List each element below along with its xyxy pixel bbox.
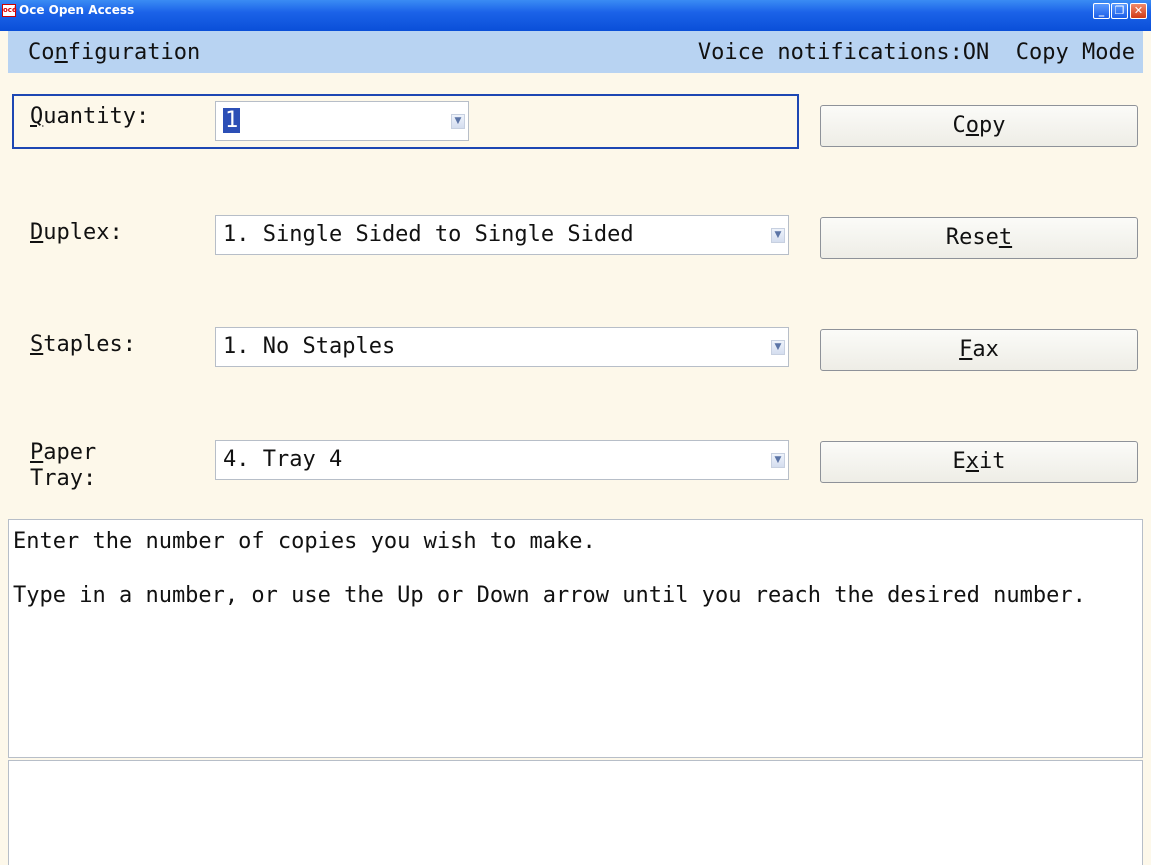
chevron-down-icon[interactable]: ▼ — [771, 340, 785, 355]
staples-label: Staples: — [30, 332, 136, 358]
paper-tray-mnemonic: P — [30, 440, 44, 465]
staples-select[interactable]: 1. No Staples ▼ — [215, 327, 789, 367]
quantity-label-rest: uantity: — [43, 104, 150, 129]
help-text-pane: Enter the number of copies you wish to m… — [8, 519, 1143, 758]
header-bar: Configuration Voice notifications:ON Cop… — [8, 31, 1143, 73]
duplex-label-rest: uplex: — [43, 220, 123, 245]
minimize-icon: _ — [1098, 4, 1105, 17]
paper-tray-label-rest: aper — [43, 440, 97, 465]
exit-label-b: it — [979, 449, 1006, 474]
duplex-mnemonic: D — [30, 220, 44, 245]
fax-button[interactable]: Fax — [820, 329, 1138, 371]
fax-mnemonic: F — [959, 337, 973, 362]
section-title: Configuration — [28, 40, 200, 65]
paper-tray-label: Paper Tray: — [30, 440, 96, 492]
reset-button[interactable]: Reset — [820, 217, 1138, 259]
paper-tray-value: 4. Tray 4 — [223, 447, 343, 472]
help-line-1: Enter the number of copies you wish to m… — [13, 529, 596, 554]
chevron-down-icon[interactable]: ▼ — [771, 228, 785, 243]
exit-label-a: E — [952, 449, 966, 474]
paper-tray-label-line1: Paper — [30, 440, 96, 466]
status-indicator: Voice notifications:ON Copy Mode — [697, 40, 1135, 65]
quantity-selected-text: 1 — [223, 108, 241, 133]
reset-mnemonic: t — [998, 225, 1013, 250]
help-line-2: Type in a number, or use the Up or Down … — [13, 583, 1086, 608]
window-title-bar: océ Oce Open Access _ ❐ ✕ — [0, 0, 1151, 31]
exit-mnemonic: x — [965, 449, 979, 474]
chevron-down-icon[interactable]: ▼ — [771, 453, 785, 468]
quantity-select[interactable]: 1 ▼ — [215, 101, 469, 141]
minimize-button[interactable]: _ — [1093, 3, 1110, 19]
reset-label-a: Rese — [945, 225, 999, 250]
staples-mnemonic: S — [30, 332, 44, 357]
quantity-label: Quantity: — [30, 104, 149, 130]
section-title-b: figuration — [67, 40, 201, 65]
paper-tray-label-line2: Tray: — [30, 466, 97, 491]
copy-button[interactable]: Copy — [820, 105, 1138, 147]
window-title: Oce Open Access — [19, 3, 135, 17]
close-icon: ✕ — [1133, 4, 1144, 17]
section-title-mnemonic: n — [54, 40, 68, 65]
close-button[interactable]: ✕ — [1130, 3, 1147, 19]
staples-label-rest: taples: — [43, 332, 136, 357]
duplex-select[interactable]: 1. Single Sided to Single Sided ▼ — [215, 215, 789, 255]
status-text-pane — [8, 760, 1143, 865]
section-title-a: Co — [28, 40, 55, 65]
duplex-value: 1. Single Sided to Single Sided — [223, 222, 634, 247]
copy-label-a: C — [952, 113, 966, 138]
staples-value: 1. No Staples — [223, 334, 396, 359]
maximize-button[interactable]: ❐ — [1111, 3, 1128, 19]
duplex-label: Duplex: — [30, 220, 123, 246]
exit-button[interactable]: Exit — [820, 441, 1138, 483]
quantity-value: 1 — [223, 108, 241, 133]
chevron-down-icon[interactable]: ▼ — [451, 114, 465, 129]
quantity-mnemonic: Q — [30, 104, 44, 129]
paper-tray-select[interactable]: 4. Tray 4 ▼ — [215, 440, 789, 480]
fax-label-a: ax — [972, 337, 999, 362]
copy-mnemonic: o — [965, 113, 979, 138]
oce-logo-icon: océ — [2, 4, 17, 17]
restore-icon: ❐ — [1114, 4, 1125, 17]
copy-label-b: py — [979, 113, 1006, 138]
